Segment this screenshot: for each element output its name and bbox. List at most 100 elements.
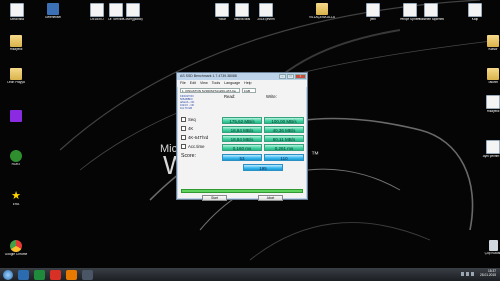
doc-icon [10, 3, 24, 17]
acc-time-read-value: 0,160 ms [222, 144, 262, 151]
tray-clock[interactable]: 15:37 28.01.2015 [480, 269, 496, 277]
taskbar-chrome-icon[interactable] [50, 269, 61, 280]
drive-size: 111.79 GB [180, 107, 193, 111]
desktop-icon-label: Hikayelili [486, 110, 500, 113]
bin-icon [488, 240, 498, 251]
taskbar-explorer-icon[interactable] [18, 269, 29, 280]
folder-icon [10, 68, 22, 80]
doc-icon [468, 3, 482, 17]
system-tray-icons[interactable] [461, 272, 474, 276]
4k-read-value: 18,84 MB/s [222, 126, 262, 133]
game-icon [10, 110, 22, 122]
taskbar-as-ssd-icon[interactable] [82, 269, 93, 280]
write-header: Write: [266, 94, 277, 99]
desktop-icon[interactable]: Çöp Kutusu [480, 240, 500, 256]
4k-64thrd-label: 4K-64Thrd [188, 135, 209, 140]
desktop-icon[interactable]: yeni [360, 3, 386, 22]
desktop-icon[interactable]: ★ ERA [3, 190, 29, 207]
desktop-icon[interactable]: Hikayelili [3, 35, 29, 52]
4k-write-value: 40,36 MB/s [264, 126, 304, 133]
row-4k-64thrd[interactable]: 4K-64Thrd [181, 135, 208, 140]
4k-label: 4K [188, 126, 194, 131]
chrome-icon [10, 240, 22, 252]
menu-file[interactable]: File [180, 80, 186, 87]
progress-bar [181, 189, 303, 193]
seq-checkbox[interactable] [181, 117, 186, 122]
desktop-icon-label: VILLAÇENA ALLAKEK [309, 16, 335, 19]
score-write-value: 110 [264, 154, 304, 161]
desktop-icon[interactable]: Google Chrome [3, 240, 29, 257]
desktop-icon[interactable]: Geleneksel [40, 3, 66, 20]
acc-time-checkbox[interactable] [181, 144, 186, 149]
maximize-button[interactable]: □ [287, 74, 294, 79]
folder-icon [10, 35, 22, 47]
clock-date: 28.01.2015 [480, 273, 496, 277]
desktop-icon[interactable]: UltraVista [4, 3, 30, 22]
abort-button[interactable]: Abort [258, 195, 283, 201]
window-title: AS SSD Benchmark 1.7.4739.38088 [180, 74, 237, 78]
desktop-icon-label: Kalp [471, 18, 479, 21]
score-total-value: 195 [243, 164, 283, 171]
doc-icon [366, 3, 380, 17]
menu-edit[interactable]: Edit [190, 80, 196, 87]
desktop-icon[interactable]: VILLAÇENA ALLAKEK [309, 3, 335, 20]
seq-write-value: 100,00 MB/s [264, 117, 304, 124]
start-button[interactable]: Start [202, 195, 227, 201]
doc-icon [486, 95, 500, 109]
acc-time-write-value: 0,261 ms [264, 144, 304, 151]
doc-icon [215, 3, 229, 17]
desktop-icon[interactable]: Klasör [480, 35, 500, 52]
drive-select[interactable]: 1. KINGSTON SV300S37A120G ATA De... [180, 88, 240, 93]
folder-icon [487, 35, 499, 47]
menu-tools[interactable]: Tools [212, 80, 220, 87]
row-acc-time[interactable]: Acc.time [181, 144, 204, 149]
menu-language[interactable]: Language [224, 80, 240, 87]
desktop-icon-label: UltraVista [10, 18, 24, 21]
doc-icon [235, 3, 249, 17]
acc-time-label: Acc.time [188, 144, 205, 149]
taskbar-media-icon[interactable] [34, 269, 45, 280]
menu-help[interactable]: Help [244, 80, 251, 87]
desktop-icon[interactable]: Takvim [480, 68, 500, 85]
desktop-icon-label: ROBT [11, 163, 21, 166]
start-button-orb[interactable] [3, 269, 13, 280]
row-4k[interactable]: 4K [181, 126, 193, 131]
desktop-icon-label: Takvim [488, 81, 498, 84]
desktop-icon[interactable]: ROBT [3, 150, 29, 167]
desktop-icon-label: Çöp Kutusu [484, 252, 500, 255]
doc-icon [403, 3, 417, 17]
taskbar-media-player-icon[interactable] [66, 269, 77, 280]
desktop-icon-label: Leon Playya [7, 81, 25, 84]
row-seq[interactable]: Seq [181, 117, 196, 122]
desktop-icon[interactable]: Cover(global) [120, 3, 146, 22]
desktop-icon[interactable]: Kalp [462, 3, 488, 22]
minimize-button[interactable]: ‒ [279, 74, 286, 79]
4k-checkbox[interactable] [181, 126, 186, 131]
drive-info: KINGSTON 505ABBF0 iaStorA - OK 1024 K - … [180, 95, 218, 110]
benchmark-panel: 1. KINGSTON SV300S37A120G ATA De... 1GB … [178, 87, 306, 201]
score-label: Score: [181, 153, 196, 159]
desktop-icon-label: Cover(global) [123, 18, 143, 21]
as-ssd-window[interactable]: AS SSD Benchmark 1.7.4739.38088 ‒ □ × Fi… [176, 72, 308, 201]
desktop-icon[interactable] [3, 110, 29, 123]
desktop-icon[interactable]: 2018 çevrim [253, 3, 279, 22]
star-icon: ★ [11, 190, 21, 202]
menu-view[interactable]: View [200, 80, 208, 87]
4k-64thrd-checkbox[interactable] [181, 135, 186, 140]
size-select[interactable]: 1GB [242, 88, 256, 93]
tree-icon [10, 150, 22, 162]
desktop-icon-label: Klasör [488, 48, 498, 51]
seq-label: Seq [188, 117, 196, 122]
desktop-icon-label: Hikayelili [9, 48, 23, 51]
read-header: Read: [224, 94, 236, 99]
desktop-icon[interactable]: Hikayelili [480, 95, 500, 114]
window-titlebar[interactable]: AS SSD Benchmark 1.7.4739.38088 ‒ □ × [177, 73, 307, 80]
desktop-icon[interactable]: Yükselen tüplerimiz [418, 3, 444, 22]
desktop-icon[interactable]: Leon Playya [3, 68, 29, 85]
doc-icon [126, 3, 140, 17]
doc-icon [486, 140, 500, 154]
desktop-icon[interactable]: Vatova falsi [229, 3, 255, 22]
desktop-icon-label: Vatova falsi [233, 18, 251, 21]
close-button[interactable]: × [295, 74, 306, 79]
desktop-icon[interactable]: Ayni çevrim'dir [480, 140, 500, 159]
